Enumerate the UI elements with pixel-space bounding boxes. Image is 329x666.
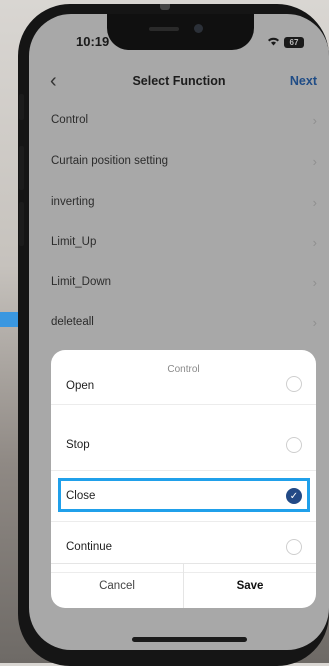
list-item-label: deleteall <box>51 316 94 328</box>
cancel-button[interactable]: Cancel <box>51 564 184 608</box>
front-camera <box>194 24 203 33</box>
battery-icon: 67 <box>284 37 304 48</box>
phone-top-knob <box>160 4 170 10</box>
chevron-right-icon: › <box>312 314 317 330</box>
list-item-deleteall[interactable]: deleteall › <box>51 302 317 342</box>
radio-unchecked-icon[interactable] <box>286 437 302 453</box>
list-item-limit-down[interactable]: Limit_Down › <box>51 262 317 302</box>
wifi-icon <box>267 36 280 49</box>
list-item-inverting[interactable]: inverting › <box>51 182 317 222</box>
list-item-control[interactable]: Control › <box>51 100 317 140</box>
status-time: 10:19 <box>76 34 110 49</box>
status-icons: 67 <box>267 36 304 49</box>
chevron-right-icon: › <box>312 234 317 250</box>
list-item-curtain-position[interactable]: Curtain position setting › <box>51 141 317 181</box>
list-item-label: Limit_Up <box>51 236 97 248</box>
chevron-right-icon: › <box>312 274 317 290</box>
phone-screen: 10:19 67 ‹ Select Function Next Control … <box>29 14 329 650</box>
earpiece-speaker <box>149 27 179 31</box>
option-label: Continue <box>66 541 113 553</box>
list-item-label: Limit_Down <box>51 276 112 288</box>
radio-unchecked-icon[interactable] <box>286 539 302 555</box>
option-label: Stop <box>66 439 90 451</box>
mute-switch <box>19 94 24 120</box>
list-item-label: Curtain position setting <box>51 155 168 167</box>
list-item-limit-up[interactable]: Limit_Up › <box>51 222 317 262</box>
control-options-sheet: Control Open Stop Close ✓ Continue Cance… <box>51 350 316 608</box>
option-label: Open <box>66 380 95 392</box>
chevron-right-icon: › <box>312 194 317 210</box>
chevron-right-icon: › <box>312 112 317 128</box>
home-indicator[interactable] <box>132 637 247 642</box>
list-item-label: inverting <box>51 196 95 208</box>
selection-highlight-box <box>58 478 310 512</box>
notch <box>107 14 254 50</box>
option-open[interactable]: Open <box>51 372 316 405</box>
chevron-right-icon: › <box>312 153 317 169</box>
volume-up-button <box>19 146 24 190</box>
save-button[interactable]: Save <box>184 564 316 608</box>
option-stop[interactable]: Stop <box>51 420 316 471</box>
list-item-label: Control <box>51 114 89 126</box>
sheet-footer: Cancel Save <box>51 563 316 608</box>
page-title: Select Function <box>132 74 226 88</box>
next-button[interactable]: Next <box>290 74 317 88</box>
radio-unchecked-icon[interactable] <box>286 376 302 392</box>
volume-down-button <box>19 202 24 246</box>
